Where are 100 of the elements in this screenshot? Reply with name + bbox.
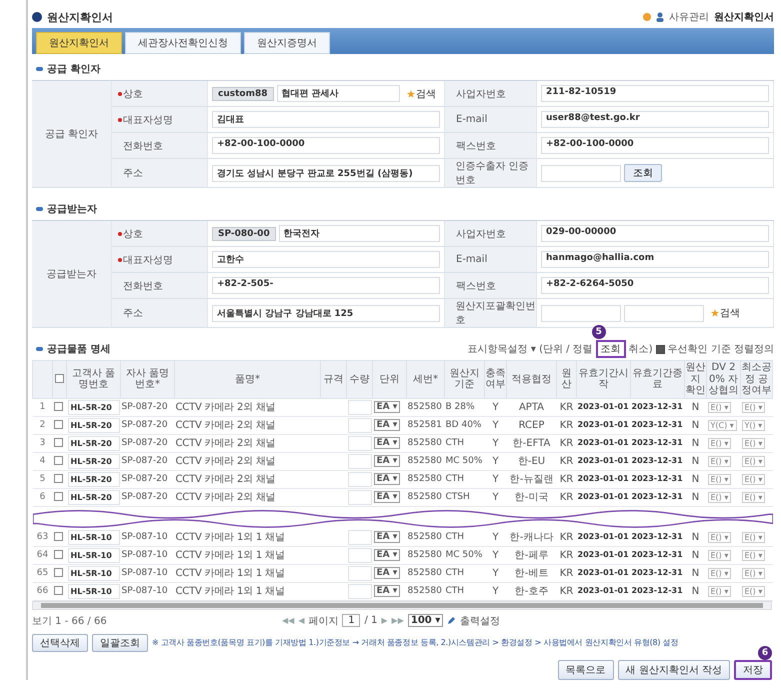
item-code-field[interactable]: HL-5R-20 [68, 490, 120, 504]
save-button[interactable]: 저장 [734, 660, 772, 680]
input-field[interactable]: +82-2-6264-5050 [541, 277, 769, 294]
option-select[interactable]: E() ▾ [708, 456, 732, 466]
tab[interactable]: 세관장사전확인신청 [125, 32, 241, 54]
code-field[interactable]: custom88 [212, 86, 274, 100]
input-field[interactable]: 경기도 성남시 분당구 판교로 255번길 (삼평동) [212, 164, 440, 182]
option-select[interactable]: E() ▾ [742, 568, 766, 578]
page-size-select[interactable]: 100 ▾ [408, 614, 444, 627]
option-select[interactable]: E() ▾ [742, 402, 766, 412]
search-button[interactable]: 검색 [707, 306, 744, 320]
action-button[interactable]: 목록으로 [558, 660, 614, 680]
unit-select[interactable]: EA ▾ [374, 567, 400, 579]
option-select[interactable]: E() ▾ [708, 568, 732, 578]
action-button[interactable]: 선택삭제 [32, 634, 88, 652]
option-select[interactable]: E() ▾ [742, 438, 766, 448]
option-select[interactable]: E() ▾ [742, 492, 766, 502]
item-code-field[interactable]: HL-5R-10 [68, 548, 120, 562]
date-field[interactable]: 2023-12-31 [632, 420, 683, 429]
option-select[interactable]: E() ▾ [708, 532, 732, 542]
print-settings-link[interactable]: 출력설정 [460, 614, 500, 628]
input-field[interactable]: hanmago@hallia.com [541, 251, 769, 268]
unit-select[interactable]: EA ▾ [374, 419, 400, 431]
date-field[interactable]: 2023-01-01 [578, 586, 629, 595]
input-field[interactable]: +82-2-505- [212, 277, 440, 294]
date-field[interactable]: 2023-12-31 [632, 492, 683, 501]
input-field[interactable]: 협대편 관세사 [276, 85, 400, 102]
action-button[interactable]: 일괄조회 [92, 634, 148, 652]
code-field[interactable]: SP-080-00 [212, 226, 276, 240]
item-code-field[interactable]: HL-5R-20 [68, 418, 120, 432]
date-field[interactable]: 2023-01-01 [578, 474, 629, 483]
breadcrumb-item[interactable]: 원산지확인서 [714, 10, 774, 24]
search-button[interactable]: 검색 [403, 86, 440, 100]
option-select[interactable]: E() ▾ [742, 586, 766, 596]
option-select[interactable]: E() ▾ [742, 532, 766, 542]
item-code-field[interactable]: HL-5R-10 [68, 566, 120, 580]
date-field[interactable]: 2023-12-31 [632, 586, 683, 595]
lookup-button[interactable]: 조회 [624, 164, 662, 182]
date-field[interactable]: 2023-12-31 [632, 402, 683, 411]
option-select[interactable]: E() ▾ [708, 474, 732, 484]
item-code-field[interactable]: HL-5R-20 [68, 400, 120, 414]
item-code-field[interactable]: HL-5R-20 [68, 472, 120, 486]
date-field[interactable]: 2023-01-01 [578, 402, 629, 411]
unit-select[interactable]: EA ▾ [374, 473, 400, 485]
table-cell: CTH [444, 564, 484, 582]
item-code-field[interactable]: HL-5R-20 [68, 436, 120, 450]
unit-select[interactable]: EA ▾ [374, 585, 400, 597]
unit-select[interactable]: EA ▾ [374, 549, 400, 561]
cancel-text: 취소) [628, 343, 653, 356]
item-code-field[interactable]: HL-5R-10 [68, 584, 120, 598]
table-cell: RCEP [506, 416, 556, 434]
input-field[interactable]: +82-00-100-0000 [212, 137, 440, 154]
input-field[interactable]: 김대표 [212, 111, 440, 128]
unit-select[interactable]: EA ▾ [374, 491, 400, 503]
date-field[interactable]: 2023-12-31 [632, 568, 683, 577]
item-code-field[interactable]: HL-5R-20 [68, 454, 120, 468]
input-field[interactable]: +82-00-100-0000 [541, 137, 769, 154]
option-select[interactable]: Y() ▾ [742, 420, 766, 430]
column-header: 원산 [556, 360, 576, 398]
page-field[interactable]: 1 [342, 614, 360, 627]
table-cell: CTH [444, 528, 484, 546]
option-select[interactable]: E() ▾ [708, 550, 732, 560]
query-button[interactable]: 조회 [596, 340, 626, 358]
tab[interactable]: 원산지확인서 [36, 32, 122, 54]
input-field[interactable]: 029-00-00000 [541, 225, 769, 242]
option-select[interactable]: Y(C) ▾ [708, 420, 737, 430]
column-header: 품명* [174, 360, 320, 398]
input-field[interactable]: 211-82-10519 [541, 85, 769, 102]
date-field[interactable]: 2023-01-01 [578, 438, 629, 447]
unit-select[interactable]: EA ▾ [374, 531, 400, 543]
date-field[interactable]: 2023-01-01 [578, 420, 629, 429]
option-select[interactable]: E() ▾ [742, 474, 766, 484]
input-field[interactable]: 한국전자 [278, 225, 440, 242]
date-field[interactable]: 2023-01-01 [578, 568, 629, 577]
date-field[interactable]: 2023-01-01 [578, 532, 629, 541]
date-field[interactable]: 2023-12-31 [632, 550, 683, 559]
unit-select[interactable]: EA ▾ [374, 455, 400, 467]
date-field[interactable]: 2023-12-31 [632, 456, 683, 465]
date-field[interactable]: 2023-01-01 [578, 550, 629, 559]
date-field[interactable]: 2023-01-01 [578, 492, 629, 501]
option-select[interactable]: E() ▾ [708, 438, 732, 448]
unit-select[interactable]: EA ▾ [374, 437, 400, 449]
input-field[interactable]: 서울특별시 강남구 강남대로 125 [212, 304, 440, 322]
item-code-field[interactable]: HL-5R-10 [68, 530, 120, 544]
action-button[interactable]: 새 원산지확인서 작성 [618, 660, 730, 680]
table-cell: 한-베트 [506, 564, 556, 582]
input-field[interactable]: 고한수 [212, 251, 440, 268]
date-field[interactable]: 2023-12-31 [632, 438, 683, 447]
option-select[interactable]: E() ▾ [742, 456, 766, 466]
option-select[interactable]: E() ▾ [708, 586, 732, 596]
date-field[interactable]: 2023-01-01 [578, 456, 629, 465]
date-field[interactable]: 2023-12-31 [632, 532, 683, 541]
option-select[interactable]: E() ▾ [708, 492, 732, 502]
option-select[interactable]: E() ▾ [742, 550, 766, 560]
breadcrumb-item[interactable]: 사유관리 [669, 10, 709, 24]
tab[interactable]: 원산지증명서 [244, 32, 330, 54]
unit-select[interactable]: EA ▾ [374, 401, 400, 413]
option-select[interactable]: E() ▾ [708, 402, 732, 412]
input-field[interactable]: user88@test.go.kr [541, 111, 769, 128]
date-field[interactable]: 2023-12-31 [632, 474, 683, 483]
